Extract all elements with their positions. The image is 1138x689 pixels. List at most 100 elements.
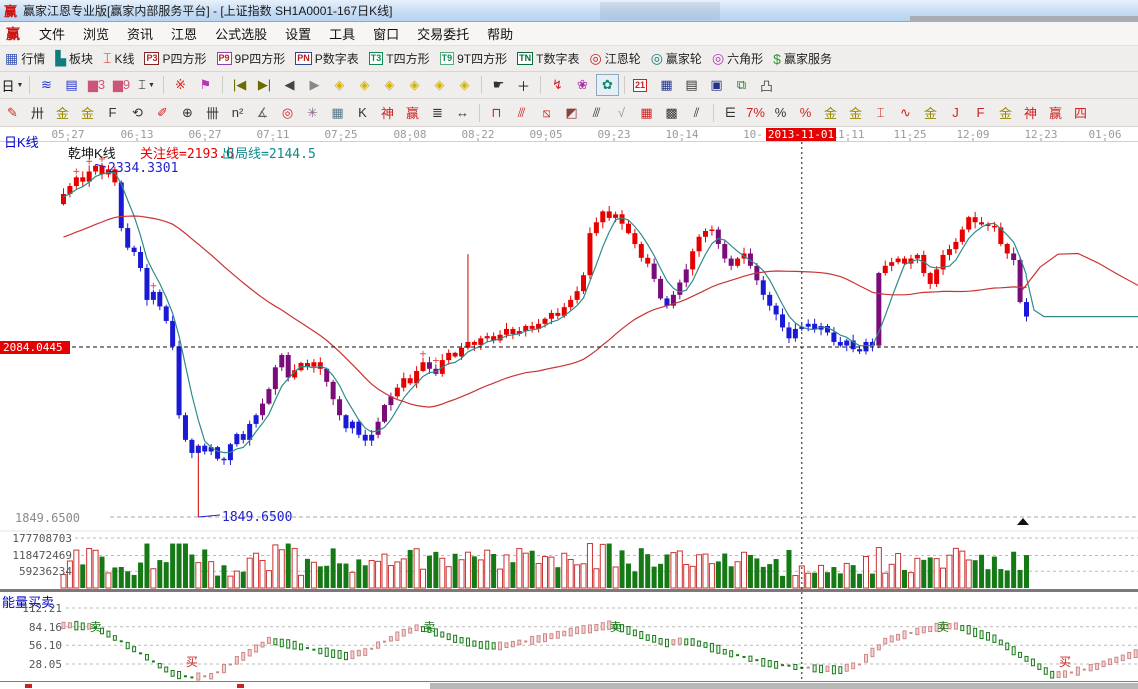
chart-area[interactable]: 日K线 乾坤K线 关注线=2193.6 出局线=2144.5 2334.3301…	[0, 127, 1138, 688]
n2-tool[interactable]: n²	[226, 102, 249, 124]
compress-button[interactable]: ◈	[403, 74, 426, 96]
k-quote-tool[interactable]: K	[351, 102, 374, 124]
gold-lines-tool[interactable]: 金	[844, 102, 867, 124]
export-image-button[interactable]: ⧉	[730, 74, 753, 96]
crosshair-tool-button[interactable]: ＋	[512, 74, 535, 96]
candle-style-selector[interactable]: ⌶▼	[135, 74, 158, 96]
win-line-tool[interactable]: 赢	[1044, 102, 1067, 124]
t9-square-button[interactable]: T99T四方形	[440, 50, 508, 67]
fan-shade-tool[interactable]: ◩	[560, 102, 583, 124]
brush-tool[interactable]: ✐	[151, 102, 174, 124]
menu-item-9[interactable]: 帮助	[478, 24, 522, 45]
parallel-tool[interactable]: ⫽	[685, 102, 708, 124]
bottom-scroll-track[interactable]	[430, 683, 1138, 689]
seven-pct-tool[interactable]: 7%	[744, 102, 767, 124]
center-button[interactable]: ◈	[428, 74, 451, 96]
pct-lines-tool[interactable]: %	[794, 102, 817, 124]
si-line-tool[interactable]: 四	[1069, 102, 1092, 124]
first-page-button[interactable]: |◀	[228, 74, 251, 96]
chart3-icon[interactable]: ▆3	[85, 74, 108, 96]
hand-tool-button[interactable]: ☛	[487, 74, 510, 96]
menu-item-6[interactable]: 工具	[320, 24, 364, 45]
ruler-dense-tool[interactable]: 卌	[201, 102, 224, 124]
winner-wheel-button[interactable]: ◎赢家轮	[651, 50, 702, 67]
f-line-tool[interactable]: F	[969, 102, 992, 124]
expand-h-button[interactable]: ◈	[378, 74, 401, 96]
last-page-button[interactable]: ▶|	[253, 74, 276, 96]
pct-tool[interactable]: %	[769, 102, 792, 124]
chart9-icon[interactable]: ▆9	[110, 74, 133, 96]
shen-line-tool[interactable]: 神	[1019, 102, 1042, 124]
prev-button[interactable]: ◀	[278, 74, 301, 96]
star-web-tool[interactable]: ✳	[301, 102, 324, 124]
fan-box-tool[interactable]: ⧅	[535, 102, 558, 124]
circle360-tool[interactable]: ⊕	[176, 102, 199, 124]
gold-grid-tool[interactable]: 金	[51, 102, 74, 124]
pan-left-button[interactable]: ◈	[328, 74, 351, 96]
trend-wave-icon[interactable]: ≋	[35, 74, 58, 96]
p9-square-button[interactable]: P99P四方形	[217, 50, 286, 67]
gold-grid9-tool[interactable]: 金	[76, 102, 99, 124]
pan-right-button[interactable]: ◈	[353, 74, 376, 96]
info-list-icon[interactable]: ▤	[60, 74, 83, 96]
print-button[interactable]: 凸	[755, 74, 778, 96]
angle-lines-tool[interactable]: ⫻	[585, 102, 608, 124]
formula-tool-button[interactable]: ✿	[596, 74, 619, 96]
hatch-tool[interactable]: 卅	[26, 102, 49, 124]
gann-wheel-button[interactable]: ◎江恩轮	[589, 50, 640, 67]
p-table-button[interactable]: PNP数字表	[295, 50, 359, 67]
menu-item-0[interactable]: 文件	[30, 24, 74, 45]
check-lines-tool[interactable]: √	[610, 102, 633, 124]
save-button[interactable]: ▣	[705, 74, 728, 96]
f-ruler-tool[interactable]: F	[101, 102, 124, 124]
grid-dense-tool[interactable]: ▦	[635, 102, 658, 124]
calculator-button[interactable]: ▦	[655, 74, 678, 96]
price-ruler-tool[interactable]: ⋿	[719, 102, 742, 124]
menu-item-8[interactable]: 交易委托	[408, 24, 478, 45]
menu-item-5[interactable]: 设置	[276, 24, 320, 45]
gold-circle-tool[interactable]: 金	[819, 102, 842, 124]
sectors-button[interactable]: ▙板块	[55, 50, 93, 67]
box-grid-tool[interactable]: ⊓	[485, 102, 508, 124]
notes-button[interactable]: ▤	[680, 74, 703, 96]
period-day-selector[interactable]: 日▼	[1, 74, 24, 96]
t-square-button[interactable]: T3T四方形	[369, 50, 430, 67]
notes-button-icon: ▤	[685, 77, 697, 93]
angle-tool[interactable]: ∡	[251, 102, 274, 124]
gold-angle-tool[interactable]: 金	[994, 102, 1017, 124]
pen-tool[interactable]: ✎	[1, 102, 24, 124]
kline-button[interactable]: ⌶K线	[103, 50, 134, 67]
color-flag-icon[interactable]: ⚑	[194, 74, 217, 96]
flower-tool-button[interactable]: ❀	[571, 74, 594, 96]
wave-band-tool-icon: ∿	[900, 105, 911, 121]
hexagon-button[interactable]: ◎六角形	[712, 50, 763, 67]
restore-rights-icon[interactable]: ※	[169, 74, 192, 96]
menu-item-3[interactable]: 江恩	[162, 24, 206, 45]
compass-tool[interactable]: ◎	[276, 102, 299, 124]
calendar-21-button[interactable]: 21	[630, 74, 653, 96]
grid-web-tool[interactable]: ▦	[326, 102, 349, 124]
quotes-button[interactable]: ▦行情	[5, 50, 45, 67]
menu-item-7[interactable]: 窗口	[364, 24, 408, 45]
ruler123-tool[interactable]: ≣	[426, 102, 449, 124]
t-table-button[interactable]: TNT数字表	[517, 50, 579, 67]
menu-item-4[interactable]: 公式选股	[206, 24, 276, 45]
fan-lines-tool[interactable]: ⫻	[510, 102, 533, 124]
candle-pen-tool[interactable]: ⌶	[869, 102, 892, 124]
shen-grid-tool[interactable]: 神	[376, 102, 399, 124]
spiral-tool[interactable]: ⟲	[126, 102, 149, 124]
span-arrow-tool[interactable]: ↔	[451, 102, 474, 124]
menu-item-1[interactable]: 浏览	[74, 24, 118, 45]
zigzag-measure-button[interactable]: ↯	[546, 74, 569, 96]
win-grid-tool[interactable]: 赢	[401, 102, 424, 124]
gold-under-tool[interactable]: 金	[919, 102, 942, 124]
p-square-button[interactable]: P3P四方形	[144, 50, 206, 67]
menu-item-2[interactable]: 资讯	[118, 24, 162, 45]
grid-corner-tool[interactable]: ▩	[660, 102, 683, 124]
j-line-tool[interactable]: J	[944, 102, 967, 124]
pane-label-daily-kline[interactable]: 日K线	[4, 132, 39, 151]
next-button[interactable]: ▶	[303, 74, 326, 96]
expand-all-button[interactable]: ◈	[453, 74, 476, 96]
wave-band-tool[interactable]: ∿	[894, 102, 917, 124]
service-button[interactable]: $赢家服务	[773, 50, 832, 67]
